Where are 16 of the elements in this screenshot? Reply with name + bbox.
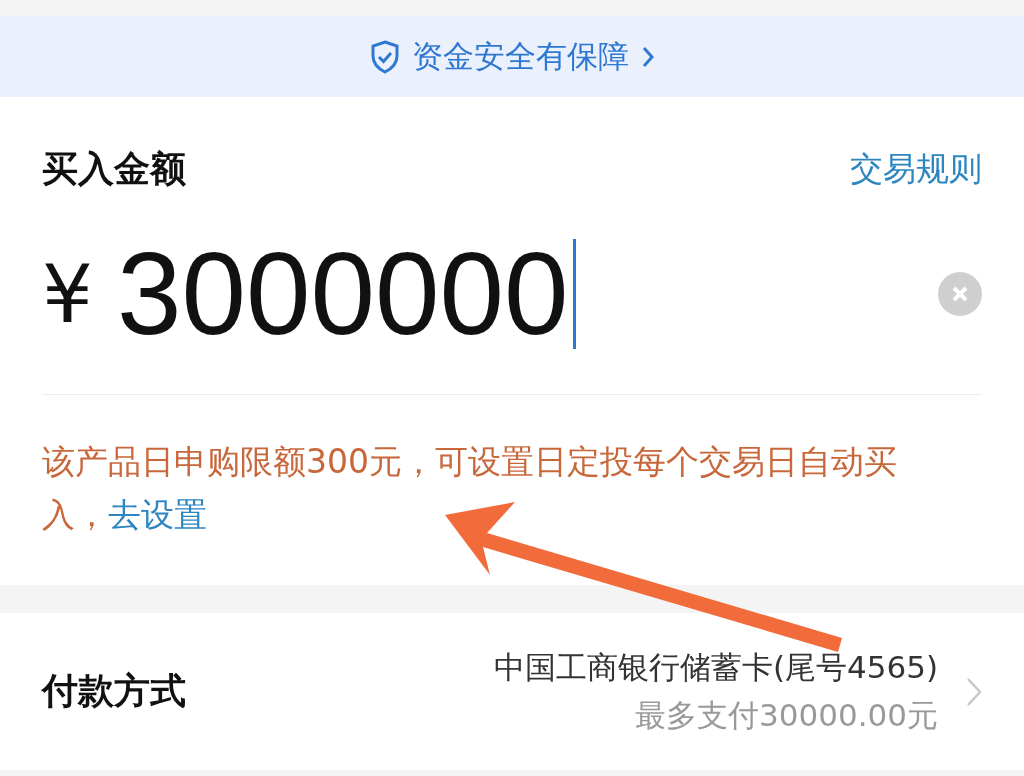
security-link[interactable]: 资金安全有保障: [369, 35, 655, 78]
bank-card-name: 中国工商银行储蓄卡(尾号4565): [493, 647, 938, 687]
section-title: 买入金额: [42, 147, 186, 191]
rules-link[interactable]: 交易规则: [850, 147, 982, 192]
close-icon: [951, 285, 969, 303]
payment-row[interactable]: 付款方式 中国工商银行储蓄卡(尾号4565) 最多支付30000.00元: [0, 613, 1024, 770]
settings-link[interactable]: 去设置: [108, 495, 207, 534]
payment-label: 付款方式: [42, 669, 186, 713]
chevron-right-icon: [966, 676, 982, 707]
payment-limit: 最多支付30000.00元: [635, 695, 938, 735]
chevron-right-icon: [640, 44, 655, 69]
clear-button[interactable]: [938, 272, 982, 316]
shield-check-icon: [369, 39, 400, 74]
limit-notice: 该产品日申购限额300元，可设置日定投每个交易日自动买入，去设置: [42, 441, 898, 536]
currency-symbol: ¥: [42, 247, 93, 341]
amount-input[interactable]: 3000000: [116, 239, 576, 349]
